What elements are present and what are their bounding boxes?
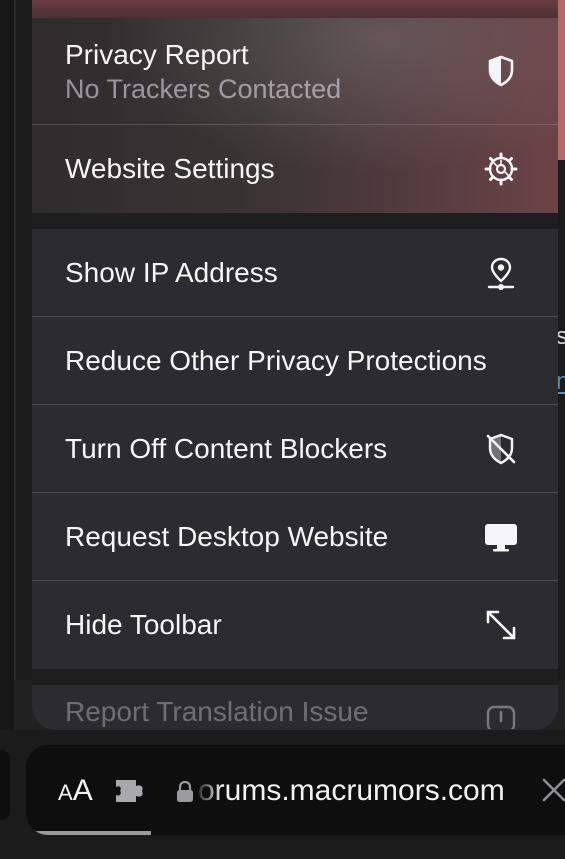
menu-group-actions: Show IP Address Reduce Other Privacy Pro… xyxy=(32,229,558,669)
menu-item-label: Report Translation Issue xyxy=(65,696,369,727)
menu-item-label: Hide Toolbar xyxy=(65,609,222,640)
menu-item-report-translation-issue[interactable]: Report Translation Issue xyxy=(32,685,558,729)
toolbar-left-edge xyxy=(0,750,10,820)
menu-group-translation: Report Translation Issue xyxy=(32,685,558,729)
puzzle-extension-icon[interactable] xyxy=(114,778,148,809)
url-fade xyxy=(194,771,222,811)
text-size-button[interactable]: AA xyxy=(58,775,93,809)
shield-half-icon xyxy=(484,54,518,88)
menu-item-show-ip-address[interactable]: Show IP Address xyxy=(32,229,558,317)
menu-separator xyxy=(32,669,558,685)
lock-icon xyxy=(176,780,194,808)
menu-item-privacy-report[interactable]: Privacy Report No Trackers Contacted xyxy=(32,18,558,125)
menu-separator xyxy=(32,213,558,229)
menu-item-label: Privacy Report xyxy=(65,38,249,70)
menu-item-sublabel: No Trackers Contacted xyxy=(65,73,342,104)
address-bar[interactable]: AA orums.macrumors.com xyxy=(26,745,565,835)
close-icon[interactable] xyxy=(541,777,565,808)
page-menu: Privacy Report No Trackers Contacted Web… xyxy=(32,0,558,730)
menu-item-hide-toolbar[interactable]: Hide Toolbar xyxy=(32,581,558,669)
menu-item-label: Show IP Address xyxy=(65,256,278,288)
desktop-icon xyxy=(484,520,518,554)
menu-item-label: Turn Off Content Blockers xyxy=(65,432,388,464)
background-left-edge xyxy=(0,0,14,730)
shield-slash-icon xyxy=(484,432,518,466)
menu-item-label: Request Desktop Website xyxy=(65,520,389,552)
gear-icon xyxy=(484,152,518,186)
menu-group-privacy: Privacy Report No Trackers Contacted Web… xyxy=(32,18,558,213)
menu-item-label: Reduce Other Privacy Protections xyxy=(65,344,487,376)
url-text[interactable]: orums.macrumors.com xyxy=(198,773,523,809)
menu-item-request-desktop-website[interactable]: Request Desktop Website xyxy=(32,493,558,581)
menu-top-edge xyxy=(32,0,558,18)
menu-item-reduce-privacy-protections[interactable]: Reduce Other Privacy Protections xyxy=(32,317,558,405)
menu-item-label: Website Settings xyxy=(65,153,275,184)
screen: s n Privacy Report No Trackers Contacted… xyxy=(0,0,565,859)
menu-item-website-settings[interactable]: Website Settings xyxy=(32,125,558,213)
loading-progress-bar xyxy=(26,831,151,835)
background-divider xyxy=(14,0,16,680)
expand-arrows-icon xyxy=(484,608,518,642)
location-pin-icon xyxy=(484,256,518,290)
exclamation-bubble-icon xyxy=(484,703,518,729)
menu-item-turn-off-content-blockers[interactable]: Turn Off Content Blockers xyxy=(32,405,558,493)
